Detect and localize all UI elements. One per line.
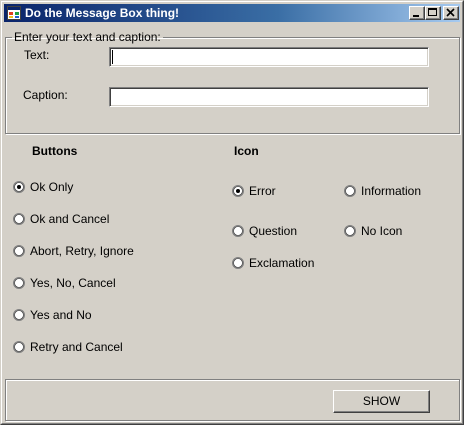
radio-unchecked-icon <box>13 277 25 289</box>
radio-unchecked-icon <box>13 309 25 321</box>
minimize-button[interactable] <box>409 6 425 20</box>
radio-label: Information <box>361 184 422 198</box>
text-caption-legend: Enter your text and caption: <box>14 30 161 44</box>
radio-label: No Icon <box>361 224 403 238</box>
minimize-icon <box>413 15 419 17</box>
radio-label: Yes, No, Cancel <box>30 276 116 290</box>
radio-checked-icon <box>13 181 25 193</box>
window-title: Do the Message Box thing! <box>25 6 180 20</box>
radio-label: Yes and No <box>30 308 92 322</box>
radio-checked-icon <box>232 185 244 197</box>
radio-label: Ok and Cancel <box>30 212 110 226</box>
app-icon <box>7 6 21 20</box>
radio-label: Ok Only <box>30 180 74 194</box>
caption-input[interactable] <box>109 87 429 107</box>
radio-label: Abort, Retry, Ignore <box>30 244 134 258</box>
buttons-heading: Buttons <box>32 144 78 158</box>
radio-label: Retry and Cancel <box>30 340 123 354</box>
text-input[interactable] <box>109 47 429 67</box>
text-cursor <box>112 50 113 64</box>
maximize-button[interactable] <box>425 6 441 20</box>
radio-label: Question <box>249 224 298 238</box>
caption-label: Caption: <box>23 88 68 102</box>
radio-unchecked-icon <box>13 245 25 257</box>
radio-unchecked-icon <box>344 185 356 197</box>
radio-label: Error <box>249 184 276 198</box>
radio-label: Exclamation <box>249 256 315 270</box>
radio-unchecked-icon <box>13 213 25 225</box>
close-icon <box>446 8 455 17</box>
radio-unchecked-icon <box>232 257 244 269</box>
close-button[interactable] <box>443 6 459 20</box>
show-button[interactable]: SHOW <box>333 390 430 413</box>
title-bar[interactable]: Do the Message Box thing! <box>4 4 460 22</box>
text-label: Text: <box>24 48 50 62</box>
radio-unchecked-icon <box>13 341 25 353</box>
maximize-icon <box>428 8 437 16</box>
radio-unchecked-icon <box>344 225 356 237</box>
text-caption-group: Enter your text and caption: <box>5 30 460 134</box>
message-box-window: Do the Message Box thing! Enter your tex… <box>0 0 464 425</box>
icon-heading: Icon <box>234 144 259 158</box>
radio-unchecked-icon <box>232 225 244 237</box>
